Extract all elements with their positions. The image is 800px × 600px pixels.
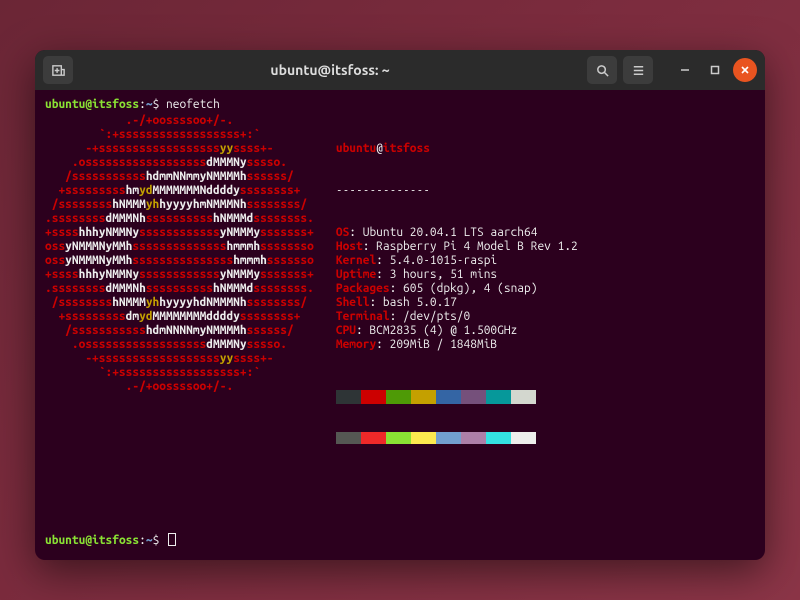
titlebar: ubuntu@itsfoss: ~ bbox=[35, 50, 765, 90]
swatch bbox=[336, 390, 361, 404]
info-row: Host: Raspberry Pi 4 Model B Rev 1.2 bbox=[336, 240, 578, 254]
info-key: CPU bbox=[336, 324, 356, 337]
neofetch-ascii-logo: .-/+oossssoo+/-. `:+ssssssssssssssssss+:… bbox=[45, 114, 314, 472]
info-val: : 3 hours, 51 mins bbox=[376, 268, 497, 281]
info-row: Uptime: 3 hours, 51 mins bbox=[336, 268, 578, 282]
info-key: Packages bbox=[336, 282, 390, 295]
info-row: Packages: 605 (dpkg), 4 (snap) bbox=[336, 282, 578, 296]
info-key: Kernel bbox=[336, 254, 376, 267]
info-val: : 5.4.0-1015-raspi bbox=[376, 254, 497, 267]
info-key: Host bbox=[336, 240, 363, 253]
swatch bbox=[461, 390, 486, 404]
info-val: : bash 5.0.17 bbox=[369, 296, 456, 309]
maximize-icon bbox=[710, 65, 720, 75]
minimize-button[interactable] bbox=[673, 58, 697, 82]
cursor bbox=[168, 533, 176, 546]
info-row: Kernel: 5.4.0-1015-raspi bbox=[336, 254, 578, 268]
color-swatches-bright bbox=[336, 432, 578, 444]
swatch bbox=[486, 432, 511, 444]
prompt-line-2: ubuntu@itsfoss:~$ bbox=[45, 533, 755, 548]
search-icon bbox=[595, 63, 610, 78]
info-val: : /dev/pts/0 bbox=[390, 310, 471, 323]
prompt-line: ubuntu@itsfoss:~$ neofetch bbox=[45, 98, 755, 112]
info-key: Memory bbox=[336, 338, 376, 351]
info-row: CPU: BCM2835 (4) @ 1.500GHz bbox=[336, 324, 578, 338]
swatch bbox=[361, 390, 386, 404]
swatch bbox=[486, 390, 511, 404]
prompt-user: ubuntu bbox=[45, 98, 85, 111]
info-at: @ bbox=[376, 142, 383, 155]
prompt-command: neofetch bbox=[166, 98, 220, 111]
neofetch-info: ubuntu@itsfoss -------------- OS: Ubuntu… bbox=[336, 114, 578, 472]
maximize-button[interactable] bbox=[703, 58, 727, 82]
info-host: itsfoss bbox=[383, 142, 430, 155]
info-key: Uptime bbox=[336, 268, 376, 281]
swatch bbox=[461, 432, 486, 444]
close-icon bbox=[740, 65, 750, 75]
new-tab-icon bbox=[51, 63, 66, 78]
info-row: Shell: bash 5.0.17 bbox=[336, 296, 578, 310]
swatch bbox=[411, 390, 436, 404]
info-dashes: -------------- bbox=[336, 184, 578, 198]
minimize-icon bbox=[680, 65, 690, 75]
info-key: OS bbox=[336, 226, 349, 239]
swatch bbox=[411, 432, 436, 444]
info-val: : Ubuntu 20.04.1 LTS aarch64 bbox=[349, 226, 537, 239]
new-tab-button[interactable] bbox=[43, 56, 73, 84]
search-button[interactable] bbox=[587, 56, 617, 84]
prompt-dollar: $ bbox=[153, 98, 160, 111]
menu-button[interactable] bbox=[623, 56, 653, 84]
info-row: Terminal: /dev/pts/0 bbox=[336, 310, 578, 324]
prompt-host: itsfoss bbox=[92, 98, 139, 111]
info-val: : Raspberry Pi 4 Model B Rev 1.2 bbox=[363, 240, 578, 253]
info-key: Terminal bbox=[336, 310, 390, 323]
info-user: ubuntu bbox=[336, 142, 376, 155]
swatch bbox=[436, 432, 461, 444]
close-button[interactable] bbox=[733, 58, 757, 82]
info-val: : BCM2835 (4) @ 1.500GHz bbox=[356, 324, 517, 337]
color-swatches bbox=[336, 390, 578, 404]
swatch bbox=[511, 432, 536, 444]
info-key: Shell bbox=[336, 296, 370, 309]
info-row: Memory: 209MiB / 1848MiB bbox=[336, 338, 578, 352]
swatch bbox=[436, 390, 461, 404]
window-title: ubuntu@itsfoss: ~ bbox=[79, 62, 581, 78]
prompt-path: ~ bbox=[146, 98, 153, 111]
swatch bbox=[361, 432, 386, 444]
hamburger-icon bbox=[631, 63, 646, 78]
terminal-window: ubuntu@itsfoss: ~ ubuntu@itsfoss:~$ neof… bbox=[35, 50, 765, 560]
info-row: OS: Ubuntu 20.04.1 LTS aarch64 bbox=[336, 226, 578, 240]
info-val: : 209MiB / 1848MiB bbox=[376, 338, 497, 351]
swatch bbox=[511, 390, 536, 404]
swatch bbox=[386, 432, 411, 444]
swatch bbox=[386, 390, 411, 404]
prompt-colon: : bbox=[139, 98, 146, 111]
info-val: : 605 (dpkg), 4 (snap) bbox=[390, 282, 538, 295]
terminal-body[interactable]: ubuntu@itsfoss:~$ neofetch .-/+oossssoo+… bbox=[35, 90, 765, 560]
swatch bbox=[336, 432, 361, 444]
